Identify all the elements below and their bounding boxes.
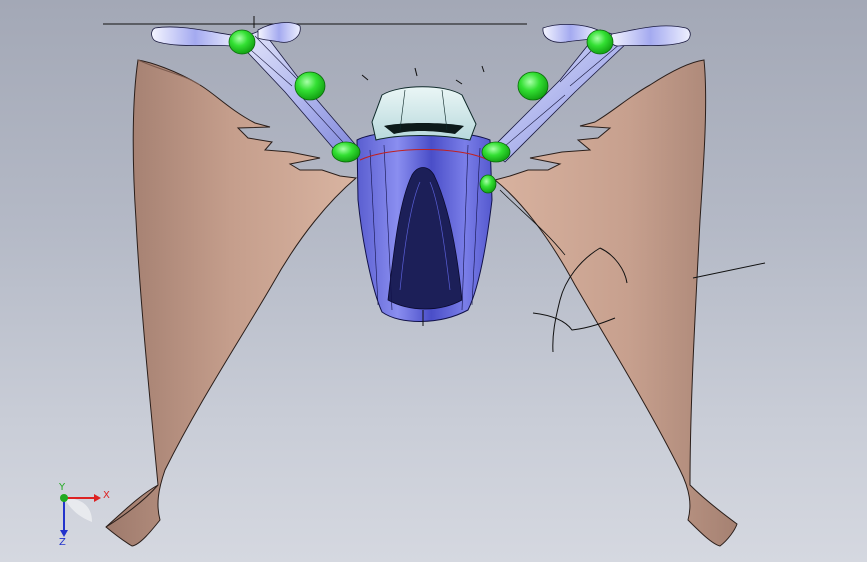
- joint-left-upper: [294, 71, 326, 101]
- coordinate-triad: X Y Z: [58, 482, 110, 548]
- joint-right-side: [479, 174, 497, 194]
- graphics-viewport[interactable]: X Y Z: [0, 0, 867, 562]
- model-render[interactable]: [0, 0, 867, 562]
- x-axis-label: X: [103, 490, 110, 501]
- z-axis-label: Z: [59, 537, 66, 548]
- right-wing: [493, 59, 766, 547]
- joint-left-lower: [331, 141, 361, 163]
- y-axis-icon: [60, 494, 68, 502]
- y-axis-label: Y: [58, 482, 66, 493]
- joint-left-top: [228, 29, 256, 55]
- joint-right-upper: [517, 71, 549, 101]
- joint-right-top: [586, 29, 614, 55]
- fuselage: [356, 86, 493, 326]
- left-wing: [105, 59, 358, 547]
- joint-right-lower: [481, 141, 511, 163]
